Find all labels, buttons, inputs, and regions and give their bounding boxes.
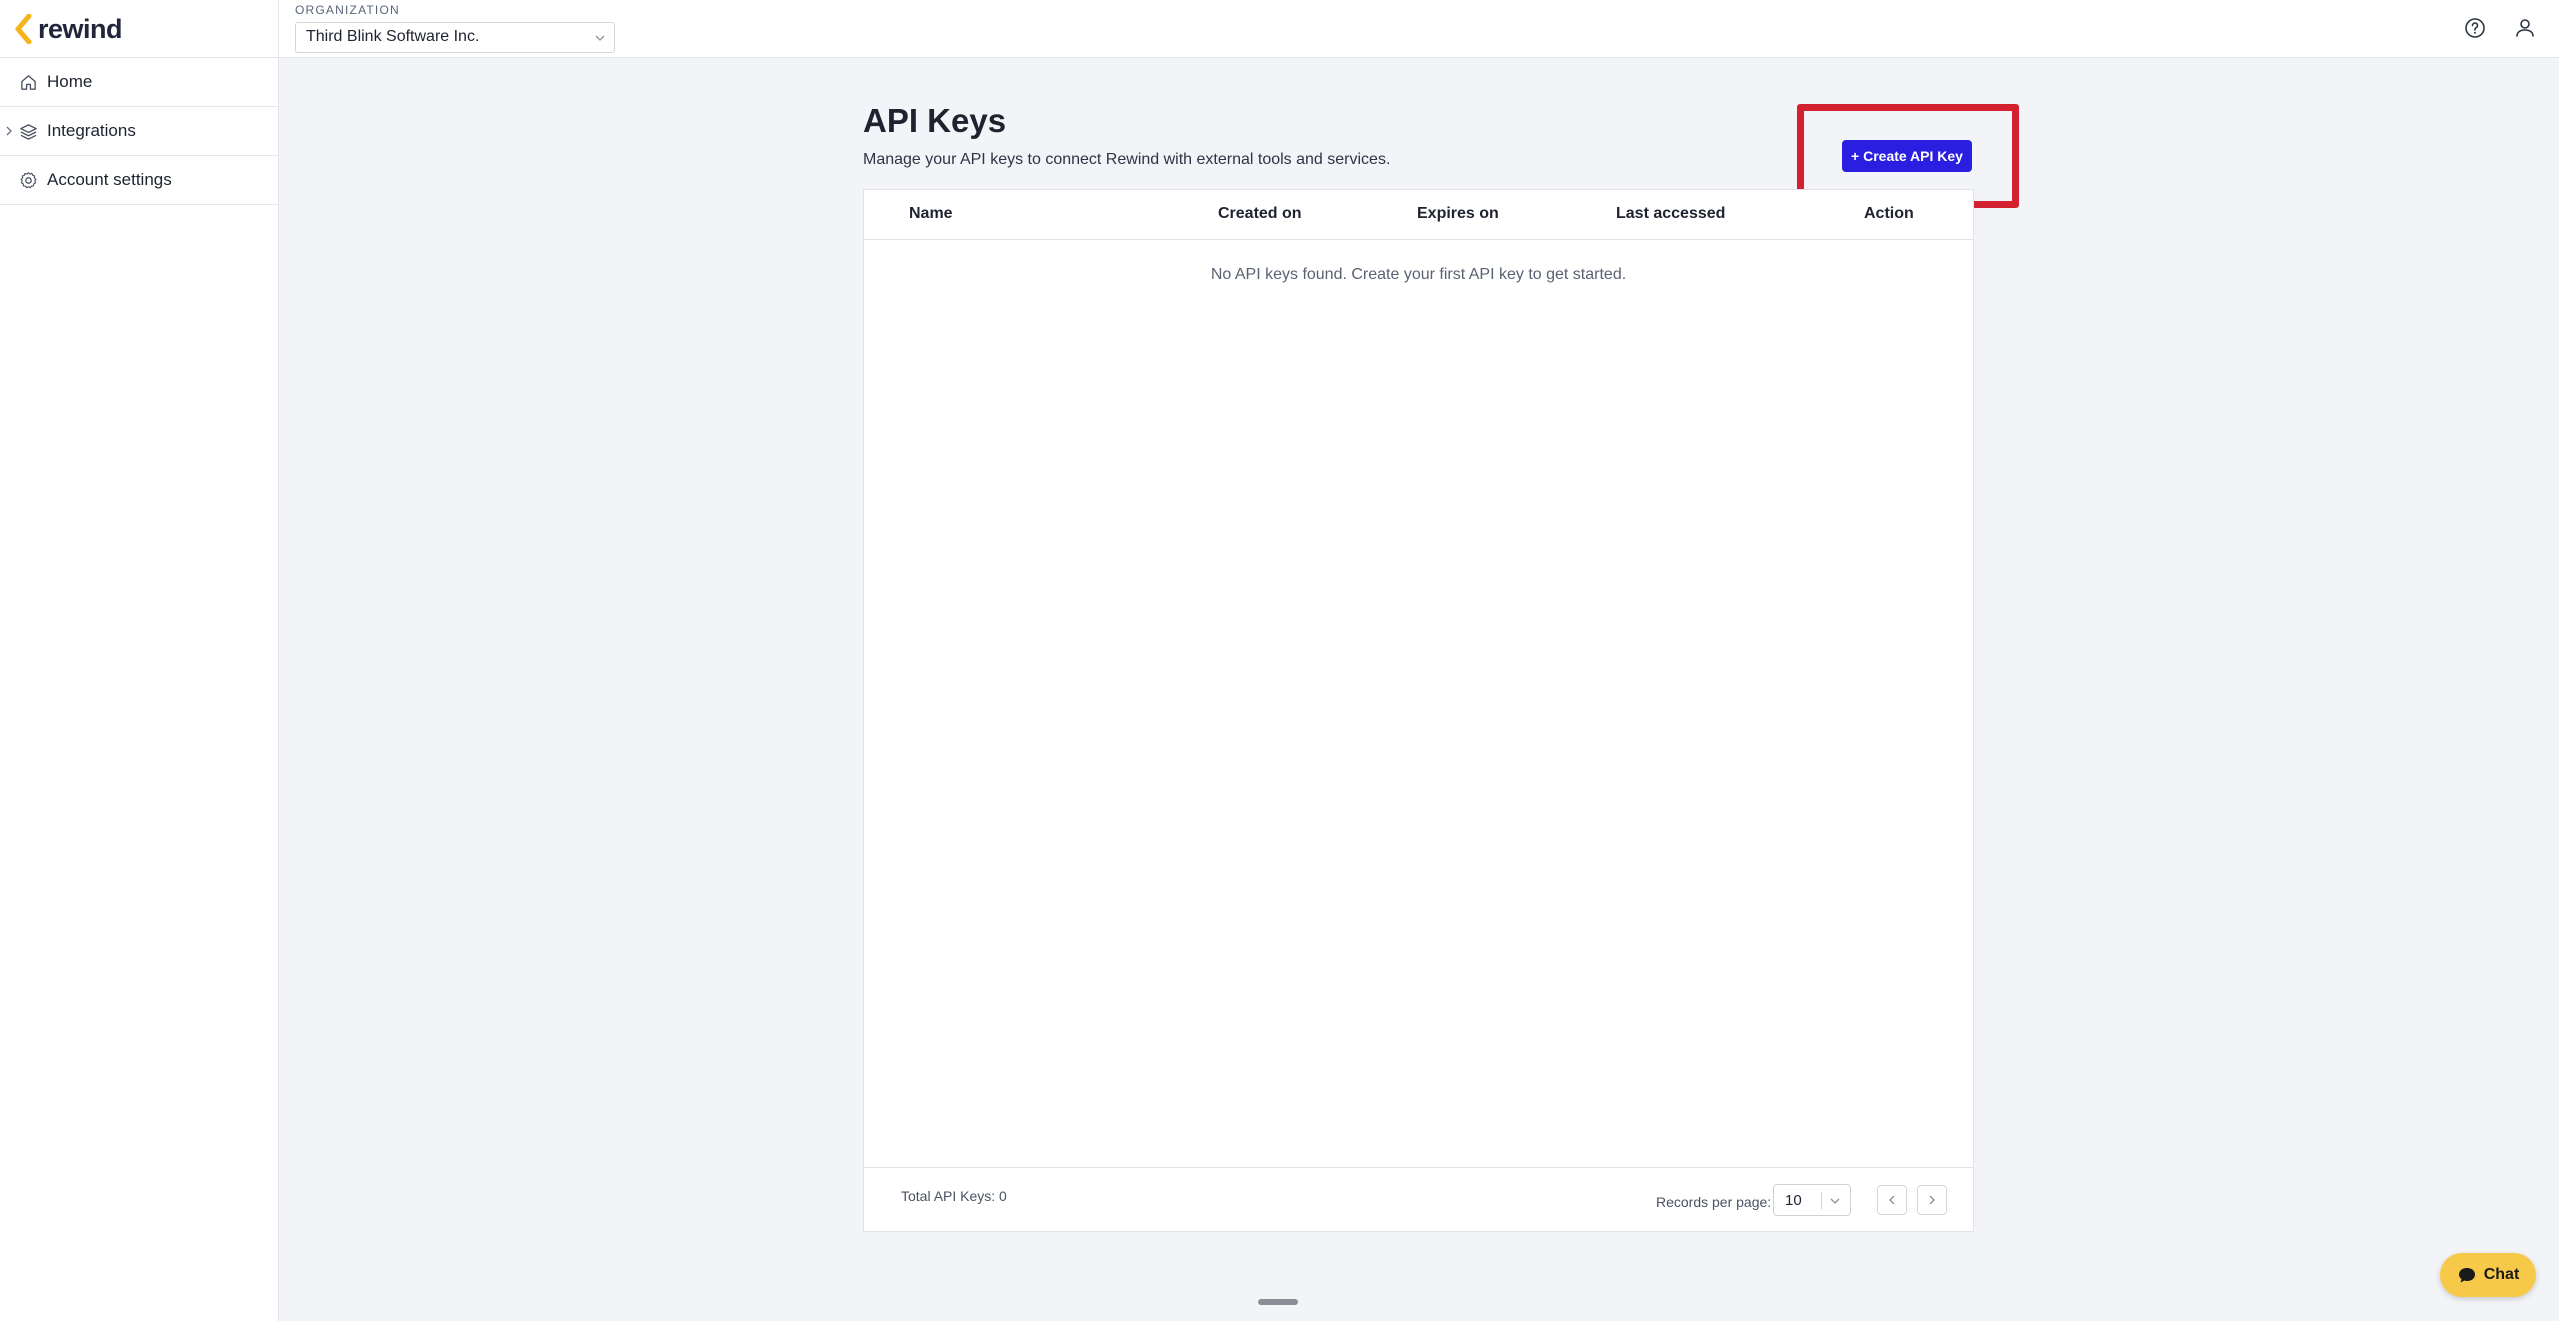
chevron-right-icon[interactable] — [5, 126, 13, 136]
column-header-expires-on[interactable]: Expires on — [1417, 205, 1499, 223]
records-per-page-value: 10 — [1785, 1192, 1802, 1209]
sidebar-item-account-settings[interactable]: Account settings — [0, 156, 278, 205]
scroll-handle[interactable] — [1258, 1299, 1298, 1305]
organization-selected-value: Third Blink Software Inc. — [306, 28, 480, 45]
sidebar-item-integrations[interactable]: Integrations — [0, 107, 278, 156]
column-header-last-accessed[interactable]: Last accessed — [1616, 205, 1725, 223]
gear-icon — [20, 171, 37, 188]
next-page-button[interactable] — [1917, 1185, 1947, 1215]
layers-icon — [20, 123, 37, 140]
sidebar-item-home[interactable]: Home — [0, 58, 278, 107]
create-api-key-button[interactable]: + Create API Key — [1842, 140, 1972, 172]
api-keys-table: Name Created on Expires on Last accessed… — [863, 189, 1974, 1232]
empty-state-message: No API keys found. Create your first API… — [1210, 266, 1627, 283]
chevron-left-icon — [1889, 1195, 1895, 1205]
help-circle-icon[interactable] — [2463, 16, 2487, 40]
chevron-down-icon — [1830, 1198, 1840, 1204]
column-header-created-on[interactable]: Created on — [1218, 205, 1302, 223]
records-per-page-label: Records per page: — [1656, 1194, 1772, 1210]
sidebar: Home Integrations Account settings — [0, 58, 279, 1321]
page-subtitle: Manage your API keys to connect Rewind w… — [863, 151, 1391, 168]
logo-text: rewind — [38, 13, 123, 44]
home-icon — [21, 74, 36, 90]
table-footer: Total API Keys: 0 Records per page: 10 — [864, 1167, 1973, 1232]
sidebar-item-label: Home — [47, 72, 93, 91]
organization-select[interactable]: Third Blink Software Inc. — [295, 22, 615, 53]
header-divider — [278, 0, 279, 58]
chevron-down-icon — [595, 35, 605, 41]
top-header: rewind ORGANIZATION Third Blink Software… — [0, 0, 2559, 58]
chevron-right-icon — [1929, 1195, 1935, 1205]
sidebar-item-label: Account settings — [47, 170, 172, 189]
sidebar-item-label: Integrations — [47, 121, 136, 140]
total-api-keys: Total API Keys: 0 — [901, 1188, 1007, 1204]
chat-label: Chat — [2483, 1266, 2520, 1283]
chat-button[interactable]: Chat — [2440, 1253, 2536, 1297]
table-header: Name Created on Expires on Last accessed… — [864, 190, 1973, 240]
chat-bubble-icon — [2458, 1268, 2475, 1283]
column-header-name[interactable]: Name — [909, 205, 953, 223]
organization-label: ORGANIZATION — [295, 3, 400, 17]
column-header-action: Action — [1864, 205, 1914, 222]
rewind-logo-icon — [15, 14, 32, 44]
rewind-logo[interactable]: rewind — [14, 12, 123, 46]
select-separator — [1821, 1192, 1822, 1209]
previous-page-button[interactable] — [1877, 1185, 1907, 1215]
page-title: API Keys — [863, 102, 1007, 139]
user-icon[interactable] — [2513, 16, 2537, 40]
records-per-page-select[interactable]: 10 — [1773, 1184, 1851, 1216]
